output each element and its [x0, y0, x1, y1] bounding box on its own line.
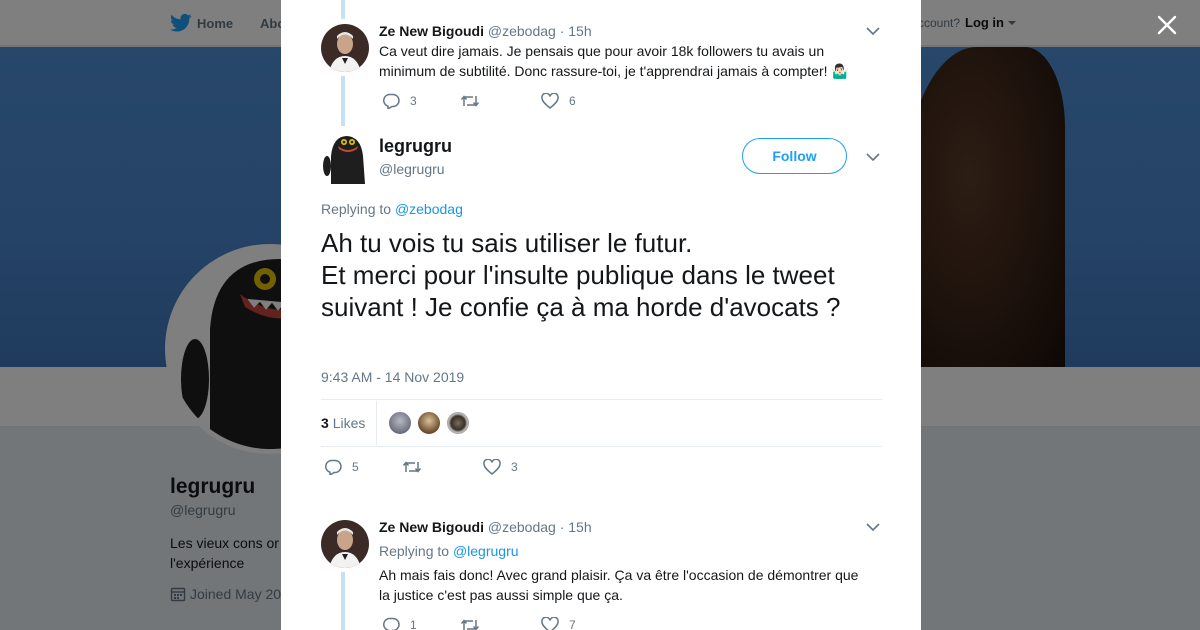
- tweet-author-handle[interactable]: @zebodag: [488, 519, 556, 535]
- reply-icon: [324, 459, 342, 475]
- retweet-icon: [460, 619, 480, 630]
- reply-icon: [382, 617, 400, 630]
- like-count: 3: [511, 460, 518, 474]
- main-tweet-text: Ah tu vois tu sais utiliser le futur. Et…: [321, 228, 841, 322]
- thread-connector: [341, 572, 345, 630]
- reply-button[interactable]: 1: [382, 617, 417, 630]
- close-icon[interactable]: [1155, 13, 1179, 37]
- likes-summary: 3 Likes: [321, 399, 882, 447]
- like-button[interactable]: 6: [541, 93, 576, 109]
- like-count: 6: [569, 94, 576, 108]
- tweet-time[interactable]: · 15h: [560, 519, 592, 535]
- follow-button[interactable]: Follow: [742, 138, 847, 174]
- tweet-author-handle[interactable]: @zebodag: [488, 23, 556, 39]
- tweet-time[interactable]: · 15h: [560, 23, 592, 39]
- retweet-button[interactable]: [402, 459, 432, 475]
- tweet-author-handle[interactable]: @legrugru: [379, 161, 445, 177]
- heart-icon: [541, 617, 559, 630]
- tweet-author-name[interactable]: Ze New Bigoudi: [379, 23, 484, 39]
- heart-icon: [541, 93, 559, 109]
- liker-avatar[interactable]: [446, 411, 470, 435]
- like-button[interactable]: 3: [483, 459, 518, 475]
- reply-count: 5: [352, 460, 359, 474]
- reply-count: 1: [410, 618, 417, 630]
- replying-to-link[interactable]: @legrugru: [453, 543, 519, 559]
- retweet-icon: [402, 461, 422, 473]
- likes-number: 3: [321, 415, 329, 431]
- reply-button[interactable]: 3: [382, 93, 417, 109]
- avatar[interactable]: [321, 24, 369, 72]
- liker-avatar[interactable]: [388, 411, 412, 435]
- retweet-icon: [460, 95, 480, 107]
- reply-icon: [382, 93, 400, 109]
- tweet-author-name[interactable]: legrugru: [379, 136, 452, 157]
- like-count: 7: [569, 618, 576, 630]
- reply-button[interactable]: 5: [324, 459, 359, 475]
- reply-count: 3: [410, 94, 417, 108]
- replying-to-label: Replying to: [379, 543, 450, 559]
- retweet-button[interactable]: [460, 93, 490, 109]
- likes-count[interactable]: 3 Likes: [321, 415, 365, 431]
- tweet-timestamp[interactable]: 9:43 AM - 14 Nov 2019: [321, 369, 464, 385]
- likes-label: Likes: [332, 415, 366, 431]
- tweet-text: Ca veut dire jamais. Je pensais que pour…: [379, 43, 849, 79]
- replying-to-label: Replying to: [321, 201, 392, 217]
- tweet-author[interactable]: Ze New Bigoudi @zebodag · 15h: [379, 519, 592, 535]
- replying-to-link[interactable]: @zebodag: [395, 201, 463, 217]
- avatar[interactable]: [321, 132, 371, 184]
- tweet-author[interactable]: Ze New Bigoudi @zebodag · 15h: [379, 23, 592, 39]
- avatar[interactable]: [321, 520, 369, 568]
- divider: [376, 401, 377, 445]
- tweet-author-name[interactable]: Ze New Bigoudi: [379, 519, 484, 535]
- chevron-down-icon[interactable]: [866, 152, 880, 162]
- liker-avatar[interactable]: [417, 411, 441, 435]
- chevron-down-icon[interactable]: [866, 522, 880, 532]
- thread-connector: [341, 0, 345, 19]
- like-button[interactable]: 7: [541, 617, 576, 630]
- chevron-down-icon[interactable]: [866, 26, 880, 36]
- tweet-text: Ah mais fais donc! Avec grand plaisir. Ç…: [379, 567, 859, 603]
- heart-icon: [483, 459, 501, 475]
- replying-to: Replying to @legrugru: [379, 543, 519, 559]
- thread-connector: [341, 76, 345, 126]
- retweet-button[interactable]: [460, 617, 490, 630]
- replying-to: Replying to @zebodag: [321, 201, 463, 217]
